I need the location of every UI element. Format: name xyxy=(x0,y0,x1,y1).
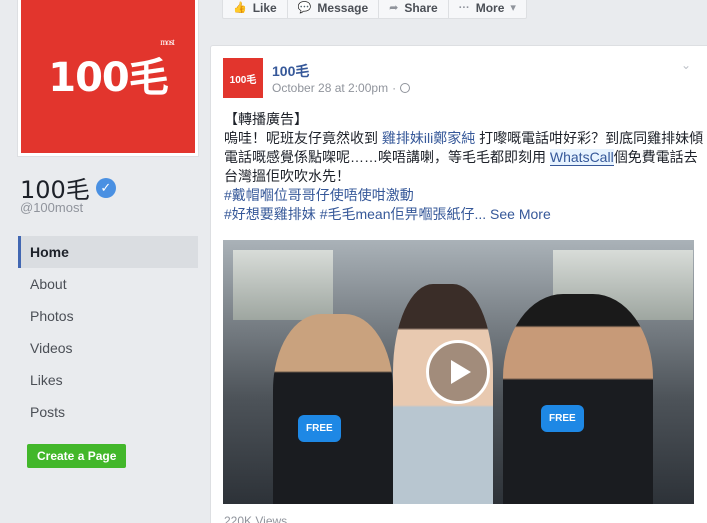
share-icon: ➦ xyxy=(389,2,399,14)
page-action-bar: 👍 Like 💬 Message ➦ Share ··· More ▾ xyxy=(222,0,527,19)
post-timestamp[interactable]: October 28 at 2:00pm xyxy=(272,81,388,95)
like-button[interactable]: 👍 Like xyxy=(223,0,288,18)
like-icon: 👍 xyxy=(233,2,247,14)
post-author[interactable]: 100毛 xyxy=(272,61,309,81)
page-nav: Home About Photos Videos Likes Posts xyxy=(18,236,198,428)
more-icon: ··· xyxy=(458,1,470,14)
hashtag-link[interactable]: #好想要雞排妹 xyxy=(224,206,316,222)
person-right xyxy=(503,294,653,504)
play-button[interactable] xyxy=(426,340,490,404)
share-button[interactable]: ➦ Share xyxy=(379,0,449,18)
view-count: 220K Views xyxy=(224,514,288,523)
car-window xyxy=(233,250,333,320)
post-text: 【轉播廣告】 嗚哇！呢班友仔竟然收到 雞排妹ili鄭家純 打嚟嘅電話咁好彩？到底… xyxy=(224,110,704,224)
free-badge: FREE xyxy=(298,415,341,442)
post-meta: October 28 at 2:00pm · xyxy=(272,81,411,95)
globe-icon xyxy=(400,83,411,93)
chevron-down-icon: ▾ xyxy=(510,2,516,14)
whatscall-link[interactable]: WhatsCall xyxy=(549,149,614,166)
chevron-down-icon[interactable]: ⌄ xyxy=(681,58,691,72)
free-badge: FREE xyxy=(541,405,584,432)
hashtag-link[interactable]: #毛毛mean佢畀嗰張紙仔 xyxy=(320,206,475,222)
see-more-link[interactable]: ... See More xyxy=(475,206,551,222)
post-tag: 【轉播廣告】 xyxy=(224,111,308,127)
nav-item-about[interactable]: About xyxy=(18,268,198,300)
post-avatar[interactable]: 100毛 xyxy=(223,58,263,98)
person-left xyxy=(273,314,393,504)
brand-logo: 100毛 most xyxy=(48,37,174,101)
play-icon xyxy=(451,360,471,384)
hashtag-link[interactable]: #戴帽嗰位哥哥仔使唔使咁激動 xyxy=(224,187,414,203)
page-handle[interactable]: @100most xyxy=(20,200,83,215)
message-button[interactable]: 💬 Message xyxy=(288,0,380,18)
nav-item-photos[interactable]: Photos xyxy=(18,300,198,332)
more-button[interactable]: ··· More ▾ xyxy=(449,0,526,18)
verified-badge-icon: ✓ xyxy=(95,177,116,198)
mention-link[interactable]: 雞排妹ili鄭家純 xyxy=(382,130,475,146)
profile-picture[interactable]: 100毛 most xyxy=(18,0,198,156)
message-icon: 💬 xyxy=(297,2,312,14)
post-card: 100毛 100毛 October 28 at 2:00pm · ⌄ 【轉播廣告… xyxy=(210,45,707,523)
nav-item-likes[interactable]: Likes xyxy=(18,364,198,396)
video-player[interactable]: FREE FREE xyxy=(223,240,694,504)
nav-item-home[interactable]: Home xyxy=(18,236,198,268)
nav-item-posts[interactable]: Posts xyxy=(18,396,198,428)
create-page-button[interactable]: Create a Page xyxy=(27,444,127,468)
post-paragraph: 嗚哇！呢班友仔竟然收到 雞排妹ili鄭家純 打嚟嘅電話咁好彩？到底同雞排妹傾電話… xyxy=(224,130,704,184)
nav-item-videos[interactable]: Videos xyxy=(18,332,198,364)
